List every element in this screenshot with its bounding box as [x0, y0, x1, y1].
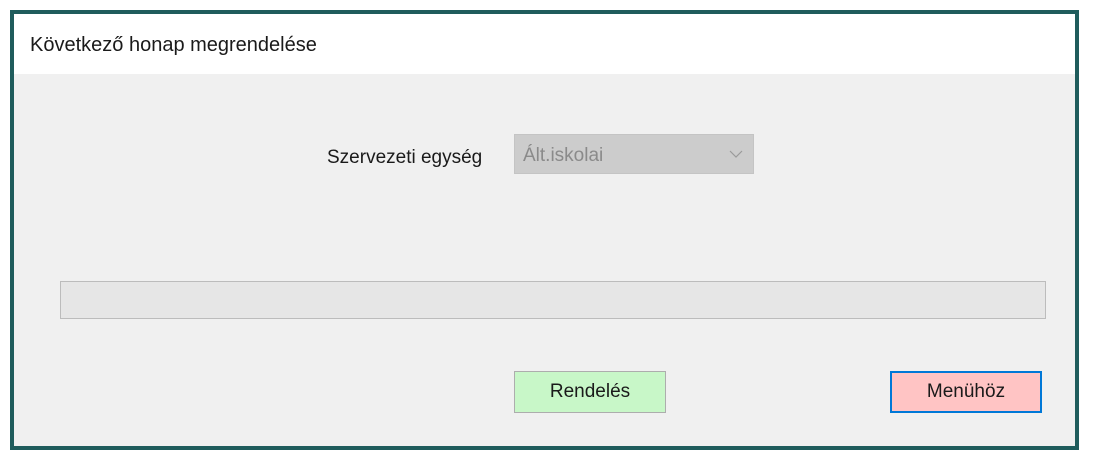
window-title: Következő honap megrendelése — [30, 34, 317, 56]
chevron-down-icon — [729, 147, 743, 161]
unit-select-value: Ált.iskolai — [523, 145, 604, 166]
unit-label: Szervezeti egység — [327, 147, 483, 168]
dialog-window: Következő honap megrendelése Szervezeti … — [10, 10, 1079, 450]
menu-button[interactable]: Menühöz — [890, 371, 1042, 413]
unit-select[interactable]: Ált.iskolai — [514, 134, 754, 174]
progress-bar — [60, 281, 1046, 319]
title-bar[interactable]: Következő honap megrendelése — [14, 14, 1075, 74]
order-button[interactable]: Rendelés — [514, 371, 666, 413]
